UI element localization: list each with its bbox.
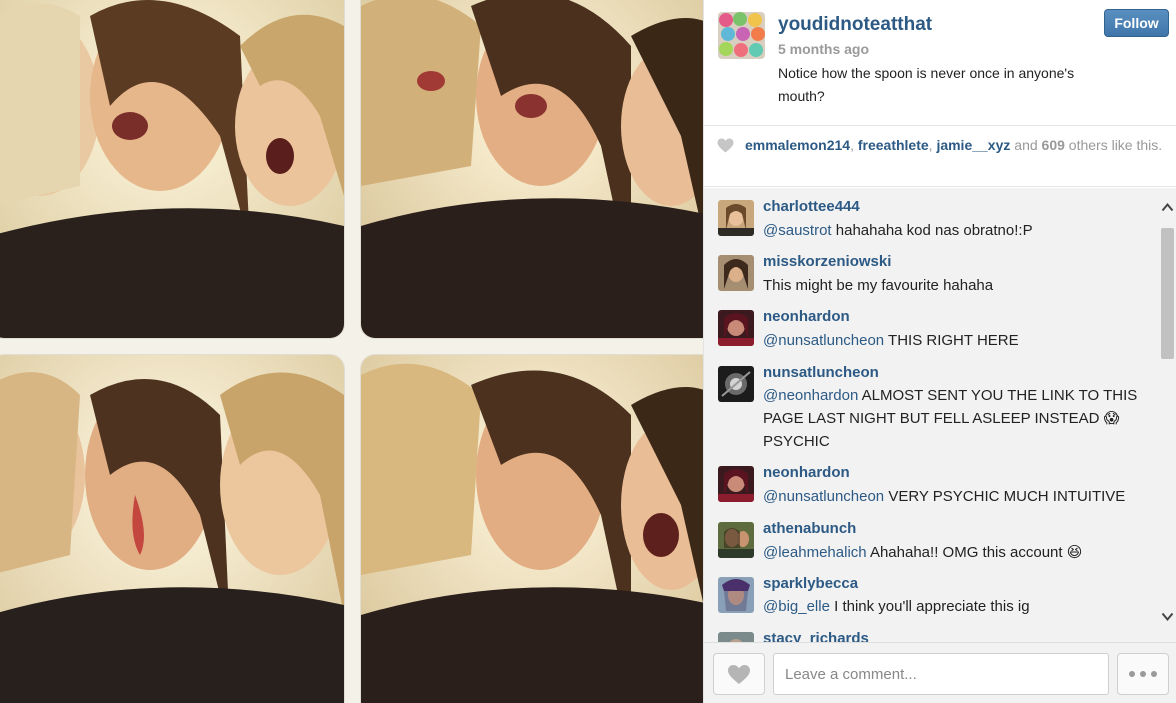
comment-body: hahahaha kod nas obratno!:P <box>831 222 1033 239</box>
comments-scrollbar[interactable] <box>1158 188 1176 642</box>
comment-username[interactable]: nunsatluncheon <box>763 364 879 381</box>
comment-text: @big_elle I think you'll appreciate this… <box>763 595 1148 618</box>
liker-username[interactable]: emmalemon214 <box>745 137 850 153</box>
avatar[interactable] <box>718 200 754 236</box>
comment-body: THIS RIGHT HERE <box>884 332 1019 349</box>
photo-tile-top-left <box>0 0 344 338</box>
comment-input[interactable] <box>773 653 1109 695</box>
comment-username[interactable]: charlottee444 <box>763 198 860 215</box>
comment-body: This might be my favourite hahaha <box>763 277 994 294</box>
comment-mention[interactable]: @nunsatluncheon <box>763 332 884 349</box>
comment-username[interactable]: sparklybecca <box>763 575 858 592</box>
comment-mention[interactable]: @saustrot <box>763 222 832 239</box>
chevron-up-icon[interactable] <box>1161 202 1174 212</box>
post-caption: Notice how the spoon is never once in an… <box>778 65 1075 104</box>
comment-text: @saustrot hahahaha kod nas obratno!:P <box>763 219 1148 242</box>
avatar[interactable] <box>718 255 754 291</box>
liker-username[interactable]: jamie__xyz <box>936 137 1010 153</box>
comment-body: VERY PSYCHIC MUCH INTUITIVE <box>884 488 1126 505</box>
comment-mention[interactable]: @big_elle <box>763 598 830 615</box>
more-dots-icon <box>1140 671 1146 677</box>
avatar[interactable] <box>718 577 754 613</box>
likes-text: emmalemon214, freeathlete, jamie__xyz an… <box>745 136 1165 155</box>
avatar[interactable] <box>718 522 754 558</box>
likes-suffix: others like this. <box>1064 137 1163 153</box>
comment-mention[interactable]: @neonhardon <box>763 387 858 404</box>
photo-tile-top-right <box>361 0 703 338</box>
owner-username[interactable]: youdidnoteatthat <box>778 14 932 36</box>
photo-tile-bottom-left <box>0 355 344 703</box>
avatar[interactable] <box>718 310 754 346</box>
chevron-down-icon[interactable] <box>1161 612 1174 622</box>
comments-list[interactable]: charlottee444 @saustrot hahahaha kod nas… <box>704 188 1176 642</box>
more-dots-icon <box>1151 671 1157 677</box>
photo-tile-bottom-right <box>361 355 703 703</box>
comment-text: @nunsatluncheon VERY PSYCHIC MUCH INTUIT… <box>763 485 1148 508</box>
likes-and: and <box>1010 137 1042 153</box>
comment-body: Ahahaha!! OMG this account 😆 <box>866 544 1083 561</box>
comment-username[interactable]: misskorzeniowski <box>763 253 891 270</box>
comment-text: @nunsatluncheon THIS RIGHT HERE <box>763 329 1148 352</box>
post-details-panel: youdidnoteatthat Follow 5 months ago Not… <box>703 0 1176 703</box>
follow-button[interactable]: Follow <box>1104 9 1169 37</box>
post-photo <box>0 0 703 703</box>
likes-summary: emmalemon214, freeathlete, jamie__xyz an… <box>704 125 1176 187</box>
avatar[interactable] <box>718 466 754 502</box>
comment-username[interactable]: stacy_richards <box>763 630 869 642</box>
comment-text: @leahmehalich Ahahaha!! OMG this account… <box>763 541 1148 564</box>
comment-text: @neonhardon ALMOST SENT YOU THE LINK TO … <box>763 384 1148 453</box>
comment-username[interactable]: neonhardon <box>763 308 850 325</box>
comment-bar <box>704 642 1176 703</box>
liker-username[interactable]: freeathlete <box>858 137 929 153</box>
comment-mention[interactable]: @leahmehalich <box>763 544 867 561</box>
comment-mention[interactable]: @nunsatluncheon <box>763 488 884 505</box>
like-button[interactable] <box>713 653 765 695</box>
avatar[interactable] <box>718 632 754 642</box>
comment-username[interactable]: neonhardon <box>763 464 850 481</box>
more-dots-icon <box>1129 671 1135 677</box>
comment-username[interactable]: athenabunch <box>763 520 856 537</box>
likes-count[interactable]: 609 <box>1042 137 1065 153</box>
scroll-thumb[interactable] <box>1161 228 1174 359</box>
owner-avatar[interactable] <box>718 12 765 59</box>
heart-icon <box>717 138 734 153</box>
post-header: youdidnoteatthat Follow 5 months ago Not… <box>704 0 1176 125</box>
comment-body: I think you'll appreciate this ig <box>829 598 1030 615</box>
comment-text: This might be my favourite hahaha <box>763 274 1148 297</box>
likes-separator: , <box>850 137 858 153</box>
avatar[interactable] <box>718 366 754 402</box>
heart-icon <box>728 664 750 684</box>
more-options-button[interactable] <box>1117 653 1169 695</box>
post-timestamp[interactable]: 5 months ago <box>778 41 869 57</box>
